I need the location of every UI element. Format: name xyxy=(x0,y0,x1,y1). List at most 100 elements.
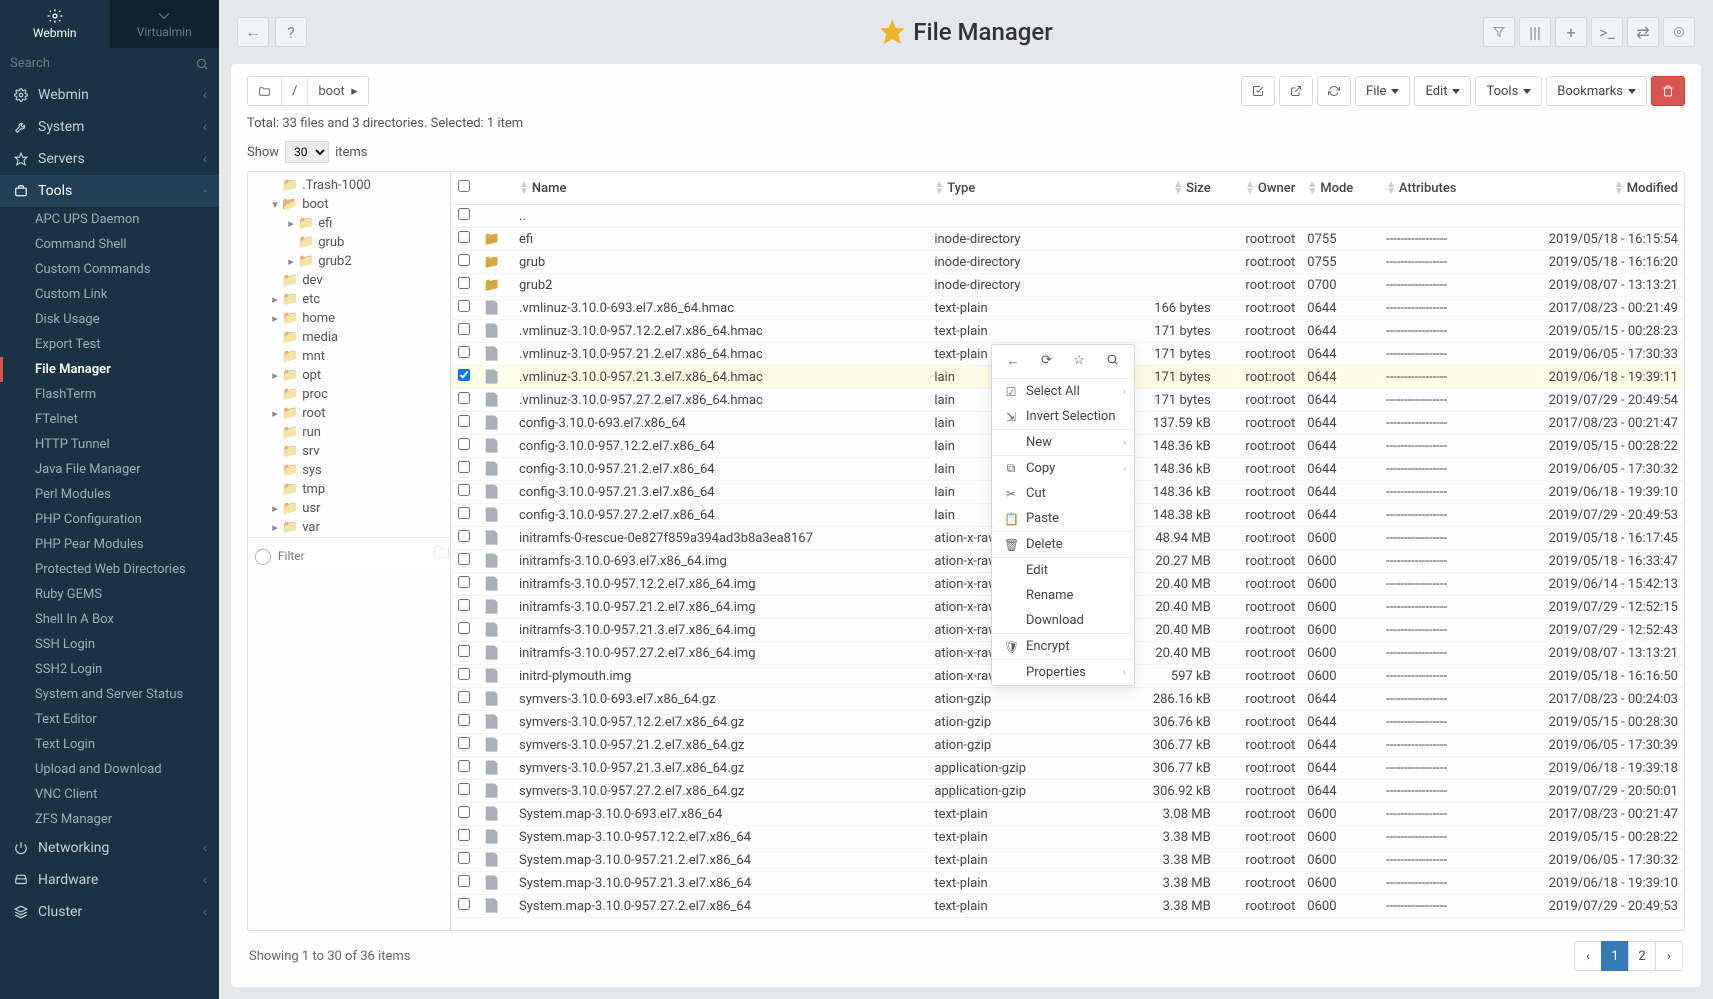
tree-node-efi[interactable]: ▸efi xyxy=(248,214,450,233)
row-checkbox[interactable] xyxy=(458,553,470,565)
sidebar-section-networking[interactable]: Networking xyxy=(0,832,219,864)
row-checkbox[interactable] xyxy=(458,392,470,404)
row-checkbox[interactable] xyxy=(458,530,470,542)
sidebar-item-text-editor[interactable]: Text Editor xyxy=(0,707,219,732)
page-prev[interactable]: ‹ xyxy=(1574,941,1602,971)
tree-node-etc[interactable]: ▸etc xyxy=(248,290,450,309)
row-checkbox[interactable] xyxy=(458,668,470,680)
tab-virtualmin[interactable]: Virtualmin xyxy=(110,0,220,48)
sidebar-item-apc-ups-daemon[interactable]: APC UPS Daemon xyxy=(0,207,219,232)
file-row[interactable]: 📄 symvers-3.10.0-693.el7.x86_64.gz ation… xyxy=(451,688,1684,711)
file-row[interactable]: 📄 symvers-3.10.0-957.27.2.el7.x86_64.gz … xyxy=(451,780,1684,803)
tree-node-media[interactable]: media xyxy=(248,328,450,347)
cm-refresh-icon[interactable]: ⟳ xyxy=(1041,353,1052,370)
cm-invert[interactable]: ⇲Invert Selection xyxy=(992,404,1134,429)
tree-filter-input[interactable] xyxy=(278,549,434,563)
row-checkbox[interactable] xyxy=(458,323,470,335)
sidebar-section-hardware[interactable]: Hardware xyxy=(0,864,219,896)
help-button[interactable]: ? xyxy=(275,17,307,47)
sidebar-item-perl-modules[interactable]: Perl Modules xyxy=(0,482,219,507)
sidebar-section-system[interactable]: System xyxy=(0,111,219,143)
file-row[interactable]: 📄 System.map-3.10.0-957.21.3.el7.x86_64 … xyxy=(451,872,1684,895)
tree-node-boot[interactable]: ▾boot xyxy=(248,195,450,214)
file-row[interactable]: 📄 .vmlinuz-3.10.0-957.12.2.el7.x86_64.hm… xyxy=(451,320,1684,343)
row-checkbox[interactable] xyxy=(458,415,470,427)
open-external-button[interactable] xyxy=(1279,76,1313,106)
cm-edit[interactable]: Edit xyxy=(992,557,1134,583)
cm-search-icon[interactable] xyxy=(1106,353,1119,370)
tree-node-run[interactable]: run xyxy=(248,423,450,442)
sidebar-search-input[interactable] xyxy=(10,56,195,71)
select-button[interactable] xyxy=(1241,76,1275,106)
col-owner[interactable]: ▲▼Owner xyxy=(1217,172,1302,205)
file-row[interactable]: 📄 System.map-3.10.0-957.21.2.el7.x86_64 … xyxy=(451,849,1684,872)
col-type[interactable]: ▲▼Type xyxy=(928,172,1122,205)
tree-folder-icon[interactable]: 🗀 xyxy=(434,542,450,569)
tools-menu[interactable]: Tools xyxy=(1475,76,1542,106)
sidebar-item-system-and-server-status[interactable]: System and Server Status xyxy=(0,682,219,707)
sidebar-item-protected-web-directories[interactable]: Protected Web Directories xyxy=(0,557,219,582)
sidebar-item-ssh2-login[interactable]: SSH2 Login xyxy=(0,657,219,682)
tab-webmin[interactable]: Webmin xyxy=(0,0,110,48)
cm-new[interactable]: New› xyxy=(992,429,1134,455)
breadcrumb-slash[interactable]: / xyxy=(282,77,308,105)
row-checkbox[interactable] xyxy=(458,461,470,473)
sidebar-section-webmin[interactable]: Webmin xyxy=(0,79,219,111)
sidebar-item-text-login[interactable]: Text Login xyxy=(0,732,219,757)
breadcrumb-root[interactable] xyxy=(248,77,282,105)
cm-paste[interactable]: 📋Paste xyxy=(992,506,1134,531)
radio-icon[interactable]: ◯ xyxy=(254,546,272,565)
search-icon[interactable] xyxy=(195,57,209,71)
col-mode[interactable]: ▲▼Mode xyxy=(1301,172,1380,205)
row-checkbox[interactable] xyxy=(458,254,470,266)
sidebar-item-command-shell[interactable]: Command Shell xyxy=(0,232,219,257)
tree-node-proc[interactable]: proc xyxy=(248,385,450,404)
row-checkbox[interactable] xyxy=(458,760,470,772)
page-size-select[interactable]: 30 xyxy=(285,141,329,163)
tree-node-usr[interactable]: ▸usr xyxy=(248,499,450,518)
row-checkbox[interactable] xyxy=(458,783,470,795)
refresh-button[interactable] xyxy=(1317,76,1351,106)
row-checkbox[interactable] xyxy=(458,576,470,588)
tree-node-tmp[interactable]: tmp xyxy=(248,480,450,499)
row-checkbox[interactable] xyxy=(458,829,470,841)
row-checkbox[interactable] xyxy=(458,714,470,726)
file-row[interactable]: 📄 .vmlinuz-3.10.0-693.el7.x86_64.hmac te… xyxy=(451,297,1684,320)
tree-node-mnt[interactable]: mnt xyxy=(248,347,450,366)
sidebar-item-disk-usage[interactable]: Disk Usage xyxy=(0,307,219,332)
edit-menu[interactable]: Edit xyxy=(1414,76,1471,106)
sidebar-item-java-file-manager[interactable]: Java File Manager xyxy=(0,457,219,482)
col-mod[interactable]: ▲▼Modified xyxy=(1492,172,1684,205)
parent-dir-row[interactable]: .. xyxy=(451,205,1684,228)
tree-node-.Trash-1000[interactable]: .Trash-1000 xyxy=(248,176,450,195)
sync-button[interactable]: ⇄ xyxy=(1627,17,1659,47)
cm-properties[interactable]: Properties› xyxy=(992,659,1134,685)
col-name[interactable]: ▲▼Name xyxy=(513,172,928,205)
select-all-checkbox[interactable] xyxy=(458,180,470,192)
file-row[interactable]: 📄 System.map-3.10.0-957.12.2.el7.x86_64 … xyxy=(451,826,1684,849)
sidebar-item-vnc-client[interactable]: VNC Client xyxy=(0,782,219,807)
columns-button[interactable]: ||| xyxy=(1519,17,1551,47)
sidebar-section-tools[interactable]: Tools xyxy=(0,175,219,207)
back-button[interactable]: ← xyxy=(237,17,269,47)
row-checkbox[interactable] xyxy=(458,277,470,289)
star-favorite-icon[interactable] xyxy=(879,19,905,45)
cm-encrypt[interactable]: 🛡Encrypt xyxy=(992,633,1134,659)
sidebar-item-shell-in-a-box[interactable]: Shell In A Box xyxy=(0,607,219,632)
config-button[interactable] xyxy=(1663,17,1695,47)
delete-button[interactable] xyxy=(1651,76,1685,106)
tree-node-home[interactable]: ▸home xyxy=(248,309,450,328)
file-row[interactable]: 📁 grub inode-directory root:root 0755 --… xyxy=(451,251,1684,274)
sidebar-item-ssh-login[interactable]: SSH Login xyxy=(0,632,219,657)
tree-node-srv[interactable]: srv xyxy=(248,442,450,461)
tree-node-var[interactable]: ▸var xyxy=(248,518,450,537)
sidebar-item-file-manager[interactable]: File Manager xyxy=(0,357,219,382)
sidebar-item-php-configuration[interactable]: PHP Configuration xyxy=(0,507,219,532)
sidebar-item-export-test[interactable]: Export Test xyxy=(0,332,219,357)
cm-delete[interactable]: 🗑Delete xyxy=(992,531,1134,557)
row-checkbox[interactable] xyxy=(458,691,470,703)
bookmarks-menu[interactable]: Bookmarks xyxy=(1546,76,1647,106)
row-checkbox[interactable] xyxy=(458,852,470,864)
cm-download[interactable]: Download xyxy=(992,608,1134,633)
file-row[interactable]: 📁 grub2 inode-directory root:root 0700 -… xyxy=(451,274,1684,297)
